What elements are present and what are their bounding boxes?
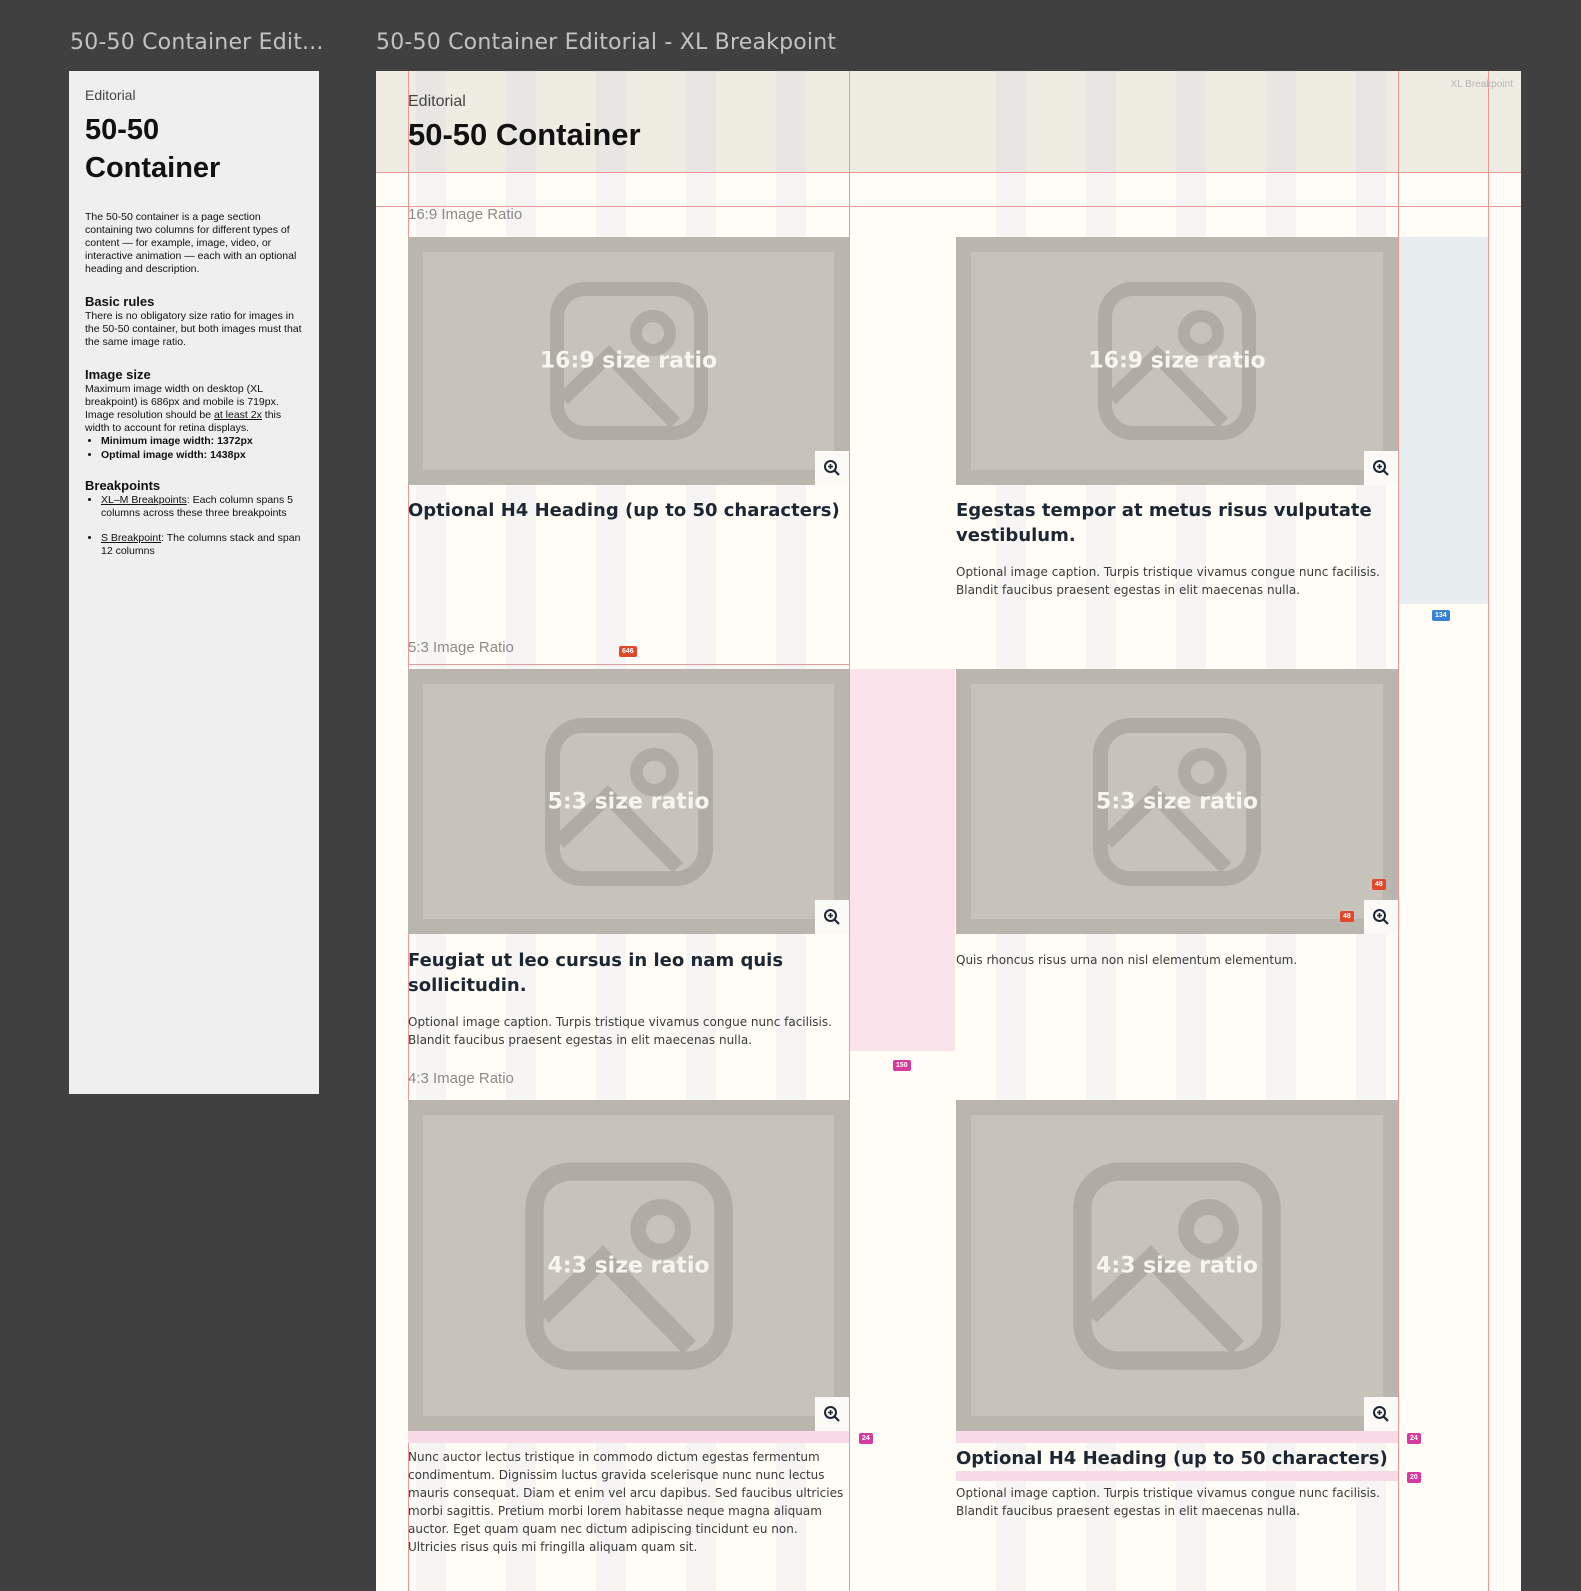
image-placeholder-5-3-left[interactable]: 5:3 size ratio [408,669,849,934]
doc-eyebrow: Editorial [85,87,136,103]
ratio-text: 16:9 size ratio [1088,348,1266,374]
spacing-badge: 134 [1432,610,1450,621]
redline-vertical [1398,71,1399,1591]
zoom-in-icon [824,1406,840,1422]
spacing-badge: 24 [859,1433,873,1444]
zoom-button[interactable] [1364,451,1398,485]
zoom-in-icon [1373,1406,1389,1422]
ratio-label-5-3: 5:3 Image Ratio [408,639,514,656]
zoom-button[interactable] [1364,900,1398,934]
spacing-badge: 48 [1372,879,1386,890]
zoom-button[interactable] [815,900,849,934]
main-frame-title[interactable]: 50-50 Container Editorial - XL Breakpoin… [376,30,836,55]
image-placeholder-16-9-right[interactable]: 16:9 size ratio [956,237,1398,485]
doc-title: 50-50 Container [85,111,303,187]
zoom-in-icon [824,909,840,925]
redline-horizontal [376,206,1521,207]
zoom-button[interactable] [815,1397,849,1431]
spacing-badge: 48 [1340,911,1354,922]
card-heading: Optional H4 Heading (up to 50 characters… [956,1448,1388,1469]
zoom-in-icon [1373,460,1389,476]
card-caption: Optional image caption. Turpis tristique… [956,1486,1380,1518]
zoom-in-icon [1373,909,1389,925]
ratio-text: 4:3 size ratio [547,1253,710,1278]
spacing-bar [408,1431,849,1443]
image-placeholder-4-3-left[interactable]: 4:3 size ratio [408,1100,849,1431]
bp-item-xl-m: XL–M Breakpoints: Each column spans 5 co… [101,494,303,520]
card-heading: Feugiat ut leo cursus in leo nam quis so… [408,950,784,996]
redline-horizontal [376,172,1521,173]
min-width-item: Minimum image width: 1372px [101,435,303,448]
ratio-label-16-9: 16:9 Image Ratio [408,206,523,223]
bp-link-xl-m[interactable]: XL–M Breakpoints [101,494,187,506]
image-size-list: Minimum image width: 1372px Optimal imag… [85,435,303,462]
ratio-text: 16:9 size ratio [539,348,718,374]
spacing-badge: 646 [619,646,637,657]
breakpoints-list: XL–M Breakpoints: Each column spans 5 co… [85,494,303,558]
column-gap-zone [849,669,955,1051]
ratio-text: 4:3 size ratio [1096,1253,1258,1278]
redline-vertical [1488,71,1489,1591]
image-size-text: Maximum image width on desktop (XL break… [85,383,303,435]
spacing-badge: 24 [1407,1433,1421,1444]
redline-vertical [849,71,850,1591]
artboard-xl[interactable]: Editorial 50-50 Container XL Breakpoint … [376,71,1521,1591]
zoom-button[interactable] [815,451,849,485]
image-placeholder-5-3-right[interactable]: 5:3 size ratio [956,669,1398,934]
breakpoints-heading: Breakpoints [85,478,161,493]
card-caption: Optional image caption. Turpis tristique… [408,1015,832,1047]
ratio-text: 5:3 size ratio [1096,789,1258,814]
card-caption: Quis rhoncus risus urna non nisl element… [956,953,1298,967]
image-placeholder-16-9-left[interactable]: 16:9 size ratio [408,237,849,485]
basic-rules-heading: Basic rules [85,294,155,309]
card-heading: Egestas tempor at metus risus vulputate … [956,500,1372,546]
redline-horizontal [408,664,849,665]
card-heading: Optional H4 Heading (up to 50 characters… [408,500,840,521]
ratio-label-4-3: 4:3 Image Ratio [408,1070,514,1087]
side-gutter-zone [1398,237,1488,604]
zoom-button[interactable] [1364,1397,1398,1431]
opt-width-item: Optimal image width: 1438px [101,449,303,462]
image-size-heading: Image size [85,367,151,382]
spacing-bar [956,1431,1398,1443]
image-size-link[interactable]: at least 2x [214,409,262,421]
card-caption: Optional image caption. Turpis tristique… [956,565,1380,597]
doc-title-line2: Container [85,152,221,184]
bp-link-s[interactable]: S Breakpoint [101,532,161,544]
documentation-panel: Editorial 50-50 Container The 50-50 cont… [69,71,319,1094]
spacing-badge: 20 [1407,1472,1421,1483]
zoom-in-icon [824,460,840,476]
bp-item-s: S Breakpoint: The columns stack and span… [101,532,303,558]
ratio-text: 5:3 size ratio [547,789,710,814]
doc-intro: The 50-50 container is a page section co… [85,211,297,275]
left-frame-title[interactable]: 50-50 Container Edit... [70,30,324,55]
basic-rules-text: There is no obligatory size ratio for im… [85,310,302,348]
card-caption: Nunc auctor lectus tristique in commodo … [408,1450,844,1554]
board-eyebrow: Editorial [408,93,466,110]
spacing-bar [956,1471,1398,1481]
spacing-badge: 150 [893,1060,911,1071]
board-title: 50-50 Container [408,117,641,152]
doc-title-line1: 50-50 [85,114,160,146]
image-placeholder-4-3-right[interactable]: 4:3 size ratio [956,1100,1398,1431]
breakpoint-label: XL Breakpoint [1450,79,1513,90]
